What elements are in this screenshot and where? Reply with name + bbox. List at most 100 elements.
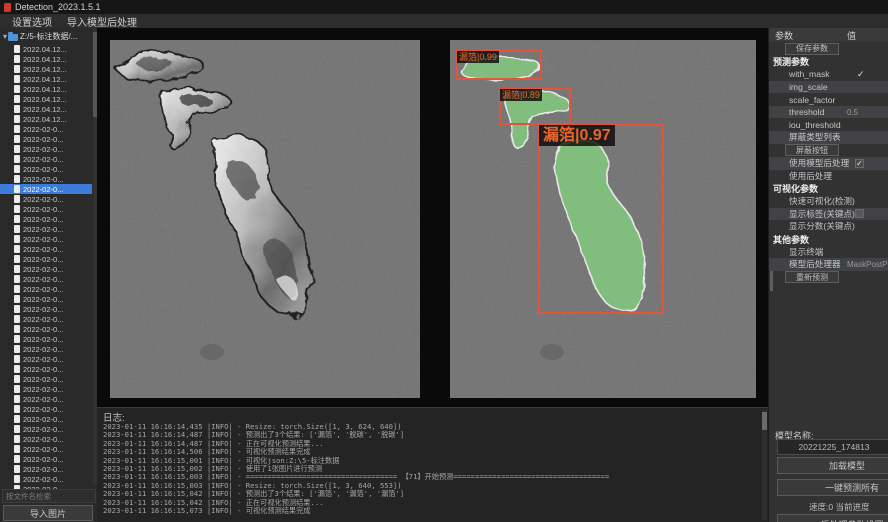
- file-icon: [14, 245, 20, 253]
- param-action-button[interactable]: 屏蔽按钮: [785, 144, 839, 156]
- tree-item[interactable]: 2022.04.12...: [0, 54, 92, 64]
- menu-settings[interactable]: 设置选项: [9, 14, 55, 29]
- raw-image-canvas: [110, 40, 420, 398]
- param-row[interactable]: 显示标签(关键点): [769, 208, 888, 221]
- tree-item[interactable]: 2022.04.12...: [0, 74, 92, 84]
- tree-item[interactable]: 2022-02-0...: [0, 274, 92, 284]
- param-action-button[interactable]: 保存参数: [785, 43, 839, 55]
- tree-item[interactable]: 2022-02-0...: [0, 284, 92, 294]
- params-scrollbar-thumb[interactable]: [770, 271, 773, 291]
- tree-root-folder[interactable]: ▾ Z:/5-标注数据/...: [0, 31, 77, 42]
- param-button-row: 屏蔽按钮: [769, 144, 888, 158]
- model-name-field[interactable]: 20221225_174813: [777, 439, 888, 455]
- menu-import-postprocess[interactable]: 导入模型后处理: [64, 14, 140, 29]
- tree-item[interactable]: 2022-02-0...: [0, 134, 92, 144]
- param-row[interactable]: 模型后处理器MaskPostPro: [769, 258, 888, 271]
- tree-item[interactable]: 2022.04.12...: [0, 44, 92, 54]
- tree-item[interactable]: 2022-02-0...: [0, 314, 92, 324]
- tree-item[interactable]: 2022-02-0...: [0, 364, 92, 374]
- tree-item-label: 2022.04.12...: [23, 75, 67, 84]
- postprocess-params-button[interactable]: 后处理参数设置: [777, 514, 888, 522]
- tree-item-label: 2022-02-0...: [23, 195, 63, 204]
- param-row[interactable]: 使用模型后处理 ✓: [769, 157, 888, 170]
- file-icon: [14, 145, 20, 153]
- tree-item[interactable]: 2022-02-0...: [0, 254, 92, 264]
- tree-item[interactable]: 2022-02-0...: [0, 164, 92, 174]
- prediction-image[interactable]: 漏箔|0.99漏箔|0.89漏箔|0.97: [450, 40, 756, 398]
- tree-item[interactable]: 2022.04.12...: [0, 94, 92, 104]
- tree-item[interactable]: 2022-02-0...: [0, 304, 92, 314]
- file-icon: [14, 75, 20, 83]
- param-row[interactable]: img_scale: [769, 81, 888, 94]
- file-icon: [14, 425, 20, 433]
- param-label: 显示标签(关键点): [789, 208, 855, 220]
- log-scrollbar[interactable]: [762, 410, 767, 520]
- param-row[interactable]: with_mask✓: [769, 68, 888, 81]
- tree-item[interactable]: 2022-02-0...: [0, 194, 92, 204]
- param-row[interactable]: 使用后处理: [769, 170, 888, 183]
- tree-item[interactable]: 2022-02-0...: [0, 464, 92, 474]
- tree-item-label: 2022-02-0...: [23, 135, 63, 144]
- tree-item[interactable]: 2022-02-0...: [0, 154, 92, 164]
- tree-item[interactable]: 2022.04.12...: [0, 64, 92, 74]
- param-row[interactable]: 屏蔽类型列表: [769, 131, 888, 144]
- tree-item[interactable]: 2022-02-0...: [0, 214, 92, 224]
- param-action-button[interactable]: 重新预测: [785, 271, 839, 283]
- param-row[interactable]: 快速可视化(检测): [769, 195, 888, 208]
- param-row[interactable]: iou_threshold: [769, 118, 888, 131]
- tree-item-label: 2022-02-0...: [23, 125, 63, 134]
- tree-item[interactable]: 2022-02-0...: [0, 144, 92, 154]
- param-row[interactable]: 显示分数(关键点): [769, 220, 888, 233]
- file-icon: [14, 365, 20, 373]
- param-label: 使用模型后处理: [789, 157, 849, 169]
- raw-image[interactable]: [110, 40, 420, 398]
- tree-item[interactable]: 2022-02-0...: [0, 374, 92, 384]
- tree-item[interactable]: 2022-02-0...: [0, 324, 92, 334]
- param-section-header: 可视化参数: [769, 182, 888, 195]
- tree-item[interactable]: 2022-02-0...: [0, 344, 92, 354]
- tree-item[interactable]: 2022.04.12...: [0, 104, 92, 114]
- tree-item[interactable]: 2022-02-0...: [0, 404, 92, 414]
- tree-item[interactable]: 2022.04.12...: [0, 114, 92, 124]
- tree-item[interactable]: 2022.04.12...: [0, 84, 92, 94]
- tree-item[interactable]: 2022-02-0...: [0, 424, 92, 434]
- log-scrollbar-thumb[interactable]: [762, 412, 767, 430]
- tree-item[interactable]: 2022-02-0...: [0, 234, 92, 244]
- file-icon: [14, 455, 20, 463]
- param-row[interactable]: threshold0.5: [769, 106, 888, 119]
- import-image-button[interactable]: 导入图片: [3, 505, 93, 521]
- tree-item[interactable]: 2022-02-0...: [0, 294, 92, 304]
- tree-item[interactable]: 2022-02-0...: [0, 434, 92, 444]
- tree-item[interactable]: 2022-02-0...: [0, 394, 92, 404]
- predict-all-button[interactable]: 一键预测所有: [777, 479, 888, 496]
- tree-item[interactable]: 2022-02-0...: [0, 224, 92, 234]
- load-model-button[interactable]: 加载模型: [777, 457, 888, 474]
- tree-item[interactable]: 2022-02-0...: [0, 124, 92, 134]
- tree-item[interactable]: 2022-02-0...: [0, 414, 92, 424]
- param-row[interactable]: 显示终端: [769, 245, 888, 258]
- tree-item[interactable]: 2022-02-0...: [0, 184, 92, 194]
- file-icon: [14, 335, 20, 343]
- param-row[interactable]: scale_factor: [769, 93, 888, 106]
- file-icon: [14, 435, 20, 443]
- tree-item[interactable]: 2022-02-0...: [0, 474, 92, 484]
- tree-item[interactable]: 2022-02-0...: [0, 354, 92, 364]
- file-icon: [14, 255, 20, 263]
- tree-item[interactable]: 2022-02-0...: [0, 264, 92, 274]
- tree-item[interactable]: 2022-02-0...: [0, 454, 92, 464]
- tree-item[interactable]: 2022-02-0...: [0, 244, 92, 254]
- param-checkbox[interactable]: ✓: [855, 159, 864, 168]
- detection-layer: 漏箔|0.99漏箔|0.89漏箔|0.97: [450, 40, 756, 398]
- param-checkbox[interactable]: [855, 209, 864, 218]
- tree-item[interactable]: 2022-02-0...: [0, 204, 92, 214]
- search-input[interactable]: [2, 489, 96, 503]
- file-icon: [14, 295, 20, 303]
- detection-label: 漏箔|0.99: [457, 51, 499, 63]
- tree-item-label: 2022.04.12...: [23, 45, 67, 54]
- tree-item[interactable]: 2022-02-0...: [0, 174, 92, 184]
- tree-item[interactable]: 2022-02-0...: [0, 334, 92, 344]
- param-rows: 保存参数预测参数with_mask✓img_scalescale_factort…: [769, 42, 888, 284]
- tree-item[interactable]: 2022-02-0...: [0, 384, 92, 394]
- tree-item[interactable]: 2022-02-0...: [0, 444, 92, 454]
- expand-arrow-icon[interactable]: ▾: [3, 32, 7, 41]
